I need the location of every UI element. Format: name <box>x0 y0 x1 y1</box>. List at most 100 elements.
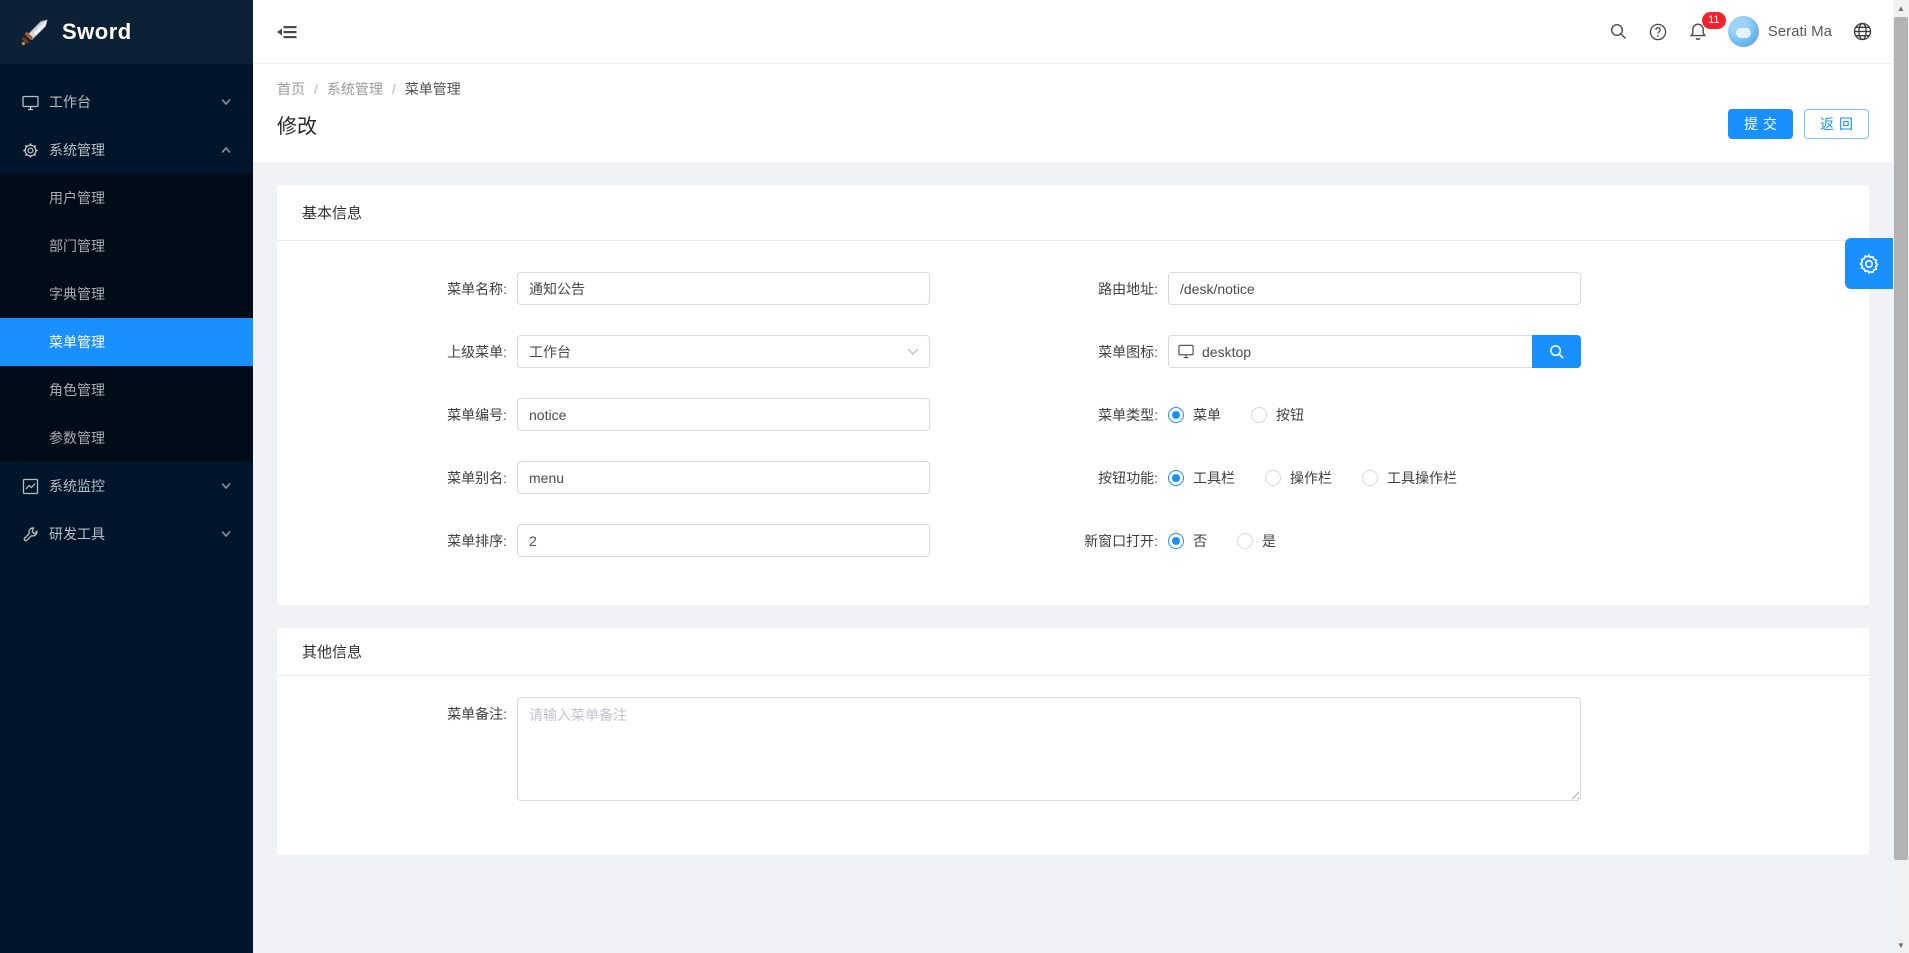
sidebar-item-workbench[interactable]: 工作台 <box>0 78 253 126</box>
radio-new-window-yes[interactable]: 是 <box>1237 531 1276 551</box>
globe-icon <box>1853 22 1872 41</box>
form-row: 菜单名称: 路由地址: <box>277 272 1869 305</box>
back-button[interactable]: 返回 <box>1804 109 1869 139</box>
menu-remark-wrap <box>517 697 1581 801</box>
form-row: 上级菜单: 工作台 菜单图标: <box>277 335 1869 368</box>
breadcrumb-separator: / <box>392 81 396 97</box>
menu-code-label: 菜单编号: <box>277 405 517 425</box>
sidebar-item-label: 系统监控 <box>49 476 221 496</box>
radio-button-func-toolbar[interactable]: 工具栏 <box>1168 468 1235 488</box>
search-icon <box>1610 23 1627 40</box>
search-icon <box>1549 344 1565 360</box>
radio-circle <box>1362 470 1378 486</box>
menu-name-input[interactable] <box>517 272 930 305</box>
radio-button-func-tool-action-bar[interactable]: 工具操作栏 <box>1362 468 1457 488</box>
language-button[interactable] <box>1842 0 1883 64</box>
breadcrumb-home[interactable]: 首页 <box>277 79 305 99</box>
basic-info-body: 菜单名称: 路由地址: 上级菜单: 工作台 菜单图标: <box>277 241 1869 605</box>
parent-menu-label: 上级菜单: <box>277 342 517 362</box>
chevron-down-icon <box>221 97 231 107</box>
theme-settings-button[interactable] <box>1845 238 1893 289</box>
menu-alias-input[interactable] <box>517 461 930 494</box>
top-navbar: 11 Serati Ma <box>253 0 1893 64</box>
notification-badge: 11 <box>1702 12 1726 29</box>
menu-code-input[interactable] <box>517 398 930 431</box>
sidebar-item-label: 角色管理 <box>49 380 105 400</box>
sidebar-item-system-monitor[interactable]: 系统监控 <box>0 462 253 510</box>
breadcrumb-current: 菜单管理 <box>405 79 461 99</box>
other-info-header: 其他信息 <box>277 628 1869 676</box>
radio-new-window-no[interactable]: 否 <box>1168 531 1207 551</box>
breadcrumb-separator: / <box>314 81 318 97</box>
sidebar-item-menu-management[interactable]: 菜单管理 <box>0 318 253 366</box>
parent-menu-value: 工作台 <box>529 342 571 362</box>
route-input[interactable] <box>1168 272 1581 305</box>
radio-circle <box>1168 470 1184 486</box>
form-row: 菜单排序: 新窗口打开: 否 是 <box>277 524 1869 557</box>
sidebar-item-dept-management[interactable]: 部门管理 <box>0 222 253 270</box>
radio-label: 按钮 <box>1276 405 1304 425</box>
title-row: 修改 提交 返回 <box>253 99 1893 139</box>
user-avatar[interactable] <box>1728 16 1759 47</box>
button-func-label: 按钮功能: <box>930 468 1168 488</box>
sidebar-item-system-management[interactable]: 系统管理 <box>0 126 253 174</box>
sidebar-item-label: 用户管理 <box>49 188 105 208</box>
radio-label: 菜单 <box>1193 405 1221 425</box>
radio-label: 否 <box>1193 531 1207 551</box>
route-label: 路由地址: <box>930 279 1168 299</box>
topbar-actions: 11 Serati Ma <box>1599 0 1893 64</box>
menu-type-radio-group: 菜单 按钮 <box>1168 405 1334 425</box>
settings-gear-icon <box>1858 253 1880 275</box>
wrench-icon <box>22 526 39 543</box>
menu-remark-textarea[interactable] <box>518 698 1580 800</box>
username[interactable]: Serati Ma <box>1768 23 1832 40</box>
page-header: 首页 / 系统管理 / 菜单管理 修改 提交 返回 <box>253 64 1893 162</box>
menu-fold-icon <box>277 23 297 41</box>
chevron-down-icon <box>221 481 231 491</box>
icon-search-button[interactable] <box>1532 335 1581 368</box>
submit-button[interactable]: 提交 <box>1728 109 1793 139</box>
page-scrollbar[interactable]: ▲ ▼ <box>1893 0 1909 953</box>
sidebar-item-label: 部门管理 <box>49 236 105 256</box>
app-title: Sword <box>62 19 132 45</box>
help-button[interactable] <box>1638 0 1678 64</box>
monitor-chart-icon <box>22 478 39 495</box>
scrollbar-up-arrow[interactable]: ▲ <box>1893 0 1909 16</box>
parent-menu-select[interactable]: 工作台 <box>517 335 930 368</box>
form-row: 菜单别名: 按钮功能: 工具栏 操作栏 工具操作 <box>277 461 1869 494</box>
chevron-up-icon <box>221 145 231 155</box>
notifications-button[interactable]: 11 <box>1678 0 1718 64</box>
sidebar-collapse-button[interactable] <box>253 0 321 64</box>
search-button[interactable] <box>1599 0 1638 64</box>
radio-circle <box>1168 533 1184 549</box>
sidebar-item-param-management[interactable]: 参数管理 <box>0 414 253 462</box>
sidebar-item-label: 字典管理 <box>49 284 105 304</box>
menu-icon-input[interactable] <box>1168 335 1532 368</box>
radio-label: 工具栏 <box>1193 468 1235 488</box>
page-title: 修改 <box>277 110 317 139</box>
scrollbar-thumb[interactable] <box>1894 17 1908 860</box>
sidebar-item-dict-management[interactable]: 字典管理 <box>0 270 253 318</box>
menu-alias-label: 菜单别名: <box>277 468 517 488</box>
radio-menu-type-button[interactable]: 按钮 <box>1251 405 1304 425</box>
radio-menu-type-menu[interactable]: 菜单 <box>1168 405 1221 425</box>
sidebar-item-label: 菜单管理 <box>49 332 105 352</box>
chevron-down-icon <box>221 529 231 539</box>
app-logo[interactable]: Sword <box>0 0 253 64</box>
desktop-field-icon <box>1178 343 1194 359</box>
sidebar-item-label: 研发工具 <box>49 524 221 544</box>
menu-sort-input[interactable] <box>517 524 930 557</box>
sidebar-item-dev-tools[interactable]: 研发工具 <box>0 510 253 558</box>
radio-circle <box>1251 407 1267 423</box>
sidebar-item-role-management[interactable]: 角色管理 <box>0 366 253 414</box>
scrollbar-down-arrow[interactable]: ▼ <box>1893 937 1909 953</box>
radio-label: 工具操作栏 <box>1387 468 1457 488</box>
sidebar-item-user-management[interactable]: 用户管理 <box>0 174 253 222</box>
radio-label: 操作栏 <box>1290 468 1332 488</box>
sword-logo-icon <box>20 17 50 47</box>
radio-button-func-action-bar[interactable]: 操作栏 <box>1265 468 1332 488</box>
breadcrumb-system-management[interactable]: 系统管理 <box>327 79 383 99</box>
menu-type-label: 菜单类型: <box>930 405 1168 425</box>
sidebar-item-label: 系统管理 <box>49 140 221 160</box>
menu-icon-field <box>1168 335 1581 368</box>
